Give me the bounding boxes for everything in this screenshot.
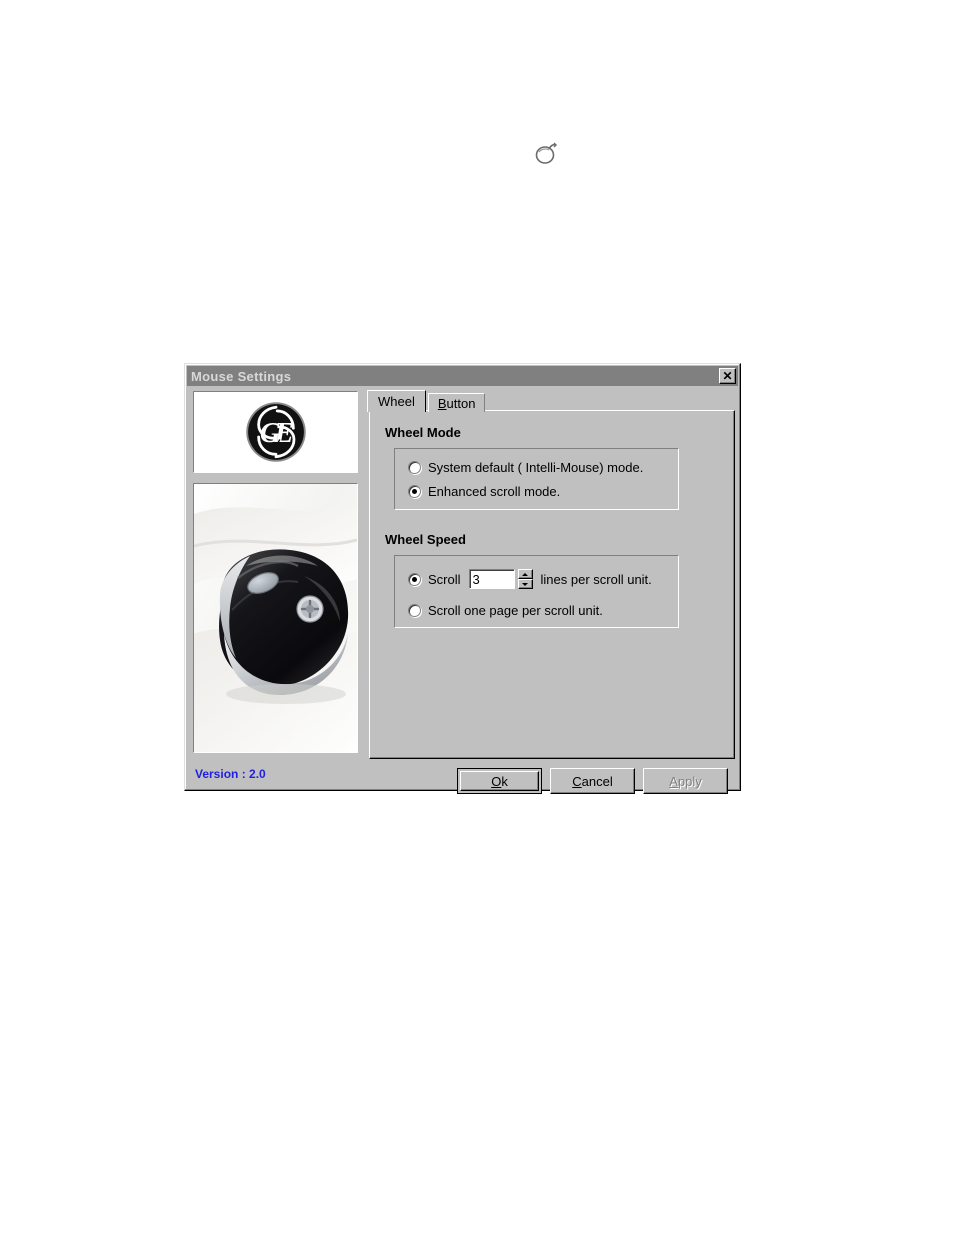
wheel-speed-group: Scroll 3 lines per scroll unit. Scroll o… [394,555,679,628]
radio-scroll-lines-icon [408,572,421,586]
svg-text:E: E [273,418,293,449]
radio-scroll-one-page-icon [408,604,421,617]
radio-system-default[interactable]: System default ( Intelli-Mouse) mode. [408,460,643,475]
tab-button-label: Button [437,395,476,411]
scroll-lines-input[interactable]: 3 [468,569,515,589]
version-label: Version : 2.0 [195,767,266,781]
logo-box: G E [193,391,358,473]
radio-scroll-one-page-label: Scroll one page per scroll unit. [428,603,603,618]
spin-down-button[interactable] [517,579,533,589]
tab-panel-wheel: Wheel Mode System default ( Intelli-Mous… [369,410,735,759]
close-icon: ✕ [722,369,733,383]
tab-button[interactable]: Button [427,393,486,412]
mouse-icon [533,140,561,166]
mouse-settings-dialog: Mouse Settings ✕ G E Version: 2.0 Wheel… [184,363,741,794]
titlebar: Mouse Settings ✕ [187,366,738,386]
tab-wheel[interactable]: Wheel [367,390,426,412]
ok-button-label: Ok [491,773,508,789]
scroll-lines-stepper[interactable]: 3 [468,569,533,589]
radio-system-default-label: System default ( Intelli-Mouse) mode. [428,460,644,475]
window-title: Mouse Settings [191,368,292,384]
chevron-down-icon [522,582,529,586]
mouse-product-photo [194,484,357,752]
ok-button[interactable]: Ok [457,768,542,794]
radio-enhanced-scroll-label: Enhanced scroll mode. [428,484,561,499]
spin-up-button[interactable] [517,569,533,579]
tab-wheel-label: Wheel [378,394,415,409]
radio-scroll-one-page[interactable]: Scroll one page per scroll unit. [408,603,603,618]
chevron-up-icon [522,572,529,576]
cancel-button[interactable]: Cancel [550,768,635,794]
cancel-button-label: Cancel [572,773,613,789]
radio-system-default-icon [408,461,421,474]
scroll-lines-spin-buttons [517,569,533,589]
radio-enhanced-scroll-icon [408,485,421,498]
close-button[interactable]: ✕ [719,368,736,384]
wheel-mode-title: Wheel Mode [385,425,461,440]
apply-button-label: Apply [669,773,702,789]
radio-scroll-lines[interactable]: Scroll 3 lines per scroll unit. [408,569,652,589]
left-panel: G E [193,391,358,753]
apply-button: Apply [643,768,728,794]
dialog-button-row: Ok Cancel Apply [457,768,728,794]
wheel-mode-group: System default ( Intelli-Mouse) mode. En… [394,448,679,510]
ok-button-inner: Ok [460,771,539,791]
tab-strip: Wheel Button [367,390,735,412]
radio-enhanced-scroll[interactable]: Enhanced scroll mode. [408,484,560,499]
scroll-prefix-label: Scroll [428,571,461,587]
ge-logo: G E [245,402,306,462]
product-image-box [193,483,358,753]
scroll-suffix-label: lines per scroll unit. [540,571,652,587]
wheel-speed-title: Wheel Speed [385,532,466,547]
